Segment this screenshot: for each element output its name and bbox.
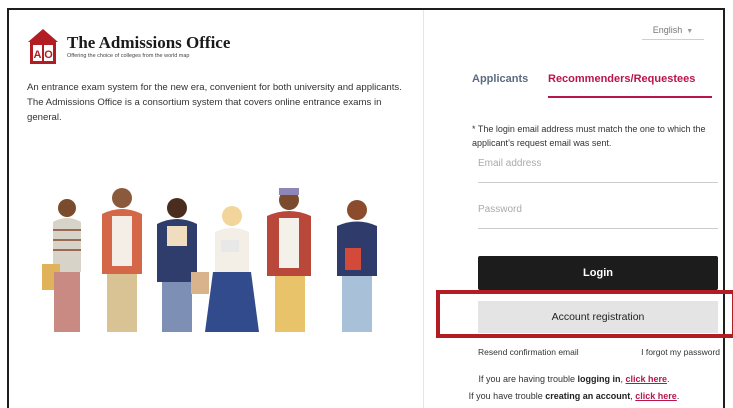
- brand-title: The Admissions Office: [67, 32, 231, 52]
- language-select[interactable]: English ▼: [642, 25, 704, 40]
- login-help-link[interactable]: click here: [626, 374, 668, 384]
- login-email-note: * The login email address must match the…: [472, 124, 706, 148]
- svg-text:A: A: [34, 49, 42, 61]
- chevron-down-icon: ▼: [686, 28, 694, 35]
- account-trouble-text: If you have trouble creating an account,…: [424, 391, 724, 401]
- login-trouble-end: .: [667, 374, 670, 384]
- resend-confirmation-link[interactable]: Resend confirmation email: [478, 347, 579, 357]
- account-registration-button[interactable]: Account registration: [478, 301, 718, 333]
- auxiliary-links: Resend confirmation email I forgot my pa…: [478, 347, 720, 357]
- account-trouble-end: .: [676, 391, 680, 401]
- email-placeholder: Email address: [478, 158, 542, 169]
- forgot-password-link[interactable]: I forgot my password: [641, 347, 720, 357]
- password-placeholder: Password: [478, 204, 522, 215]
- language-selected: English: [652, 25, 683, 35]
- login-trouble-bold: logging in: [577, 374, 621, 384]
- password-field[interactable]: Password: [478, 204, 718, 229]
- tab-applicants[interactable]: Applicants: [472, 70, 548, 100]
- account-trouble-prefix: If you have trouble: [468, 391, 546, 401]
- email-field[interactable]: Email address: [478, 158, 718, 183]
- brand-logo: A O The Admissions Office Offering the c…: [27, 28, 230, 64]
- login-panel: English ▼ Applicants Recommenders/Request…: [423, 10, 733, 408]
- svg-text:O: O: [44, 49, 53, 61]
- user-type-tabs: Applicants Recommenders/Requestees: [472, 70, 712, 100]
- login-button[interactable]: Login: [478, 256, 718, 290]
- tab-recommenders-requestees[interactable]: Recommenders/Requestees: [548, 70, 712, 98]
- main-frame: A O The Admissions Office Offering the c…: [7, 8, 733, 408]
- account-help-link[interactable]: click here: [635, 391, 677, 401]
- login-trouble-text: If you are having trouble logging in, cl…: [424, 374, 724, 384]
- intro-description: An entrance exam system for the new era,…: [27, 82, 402, 123]
- login-trouble-prefix: If you are having trouble: [478, 374, 578, 384]
- students-illustration: [27, 182, 397, 337]
- logo-icon: A O: [27, 28, 59, 64]
- brand-subtitle: Offering the choice of colleges from the…: [67, 52, 190, 59]
- account-trouble-bold: creating an account: [545, 391, 631, 401]
- left-panel: A O The Admissions Office Offering the c…: [9, 10, 423, 408]
